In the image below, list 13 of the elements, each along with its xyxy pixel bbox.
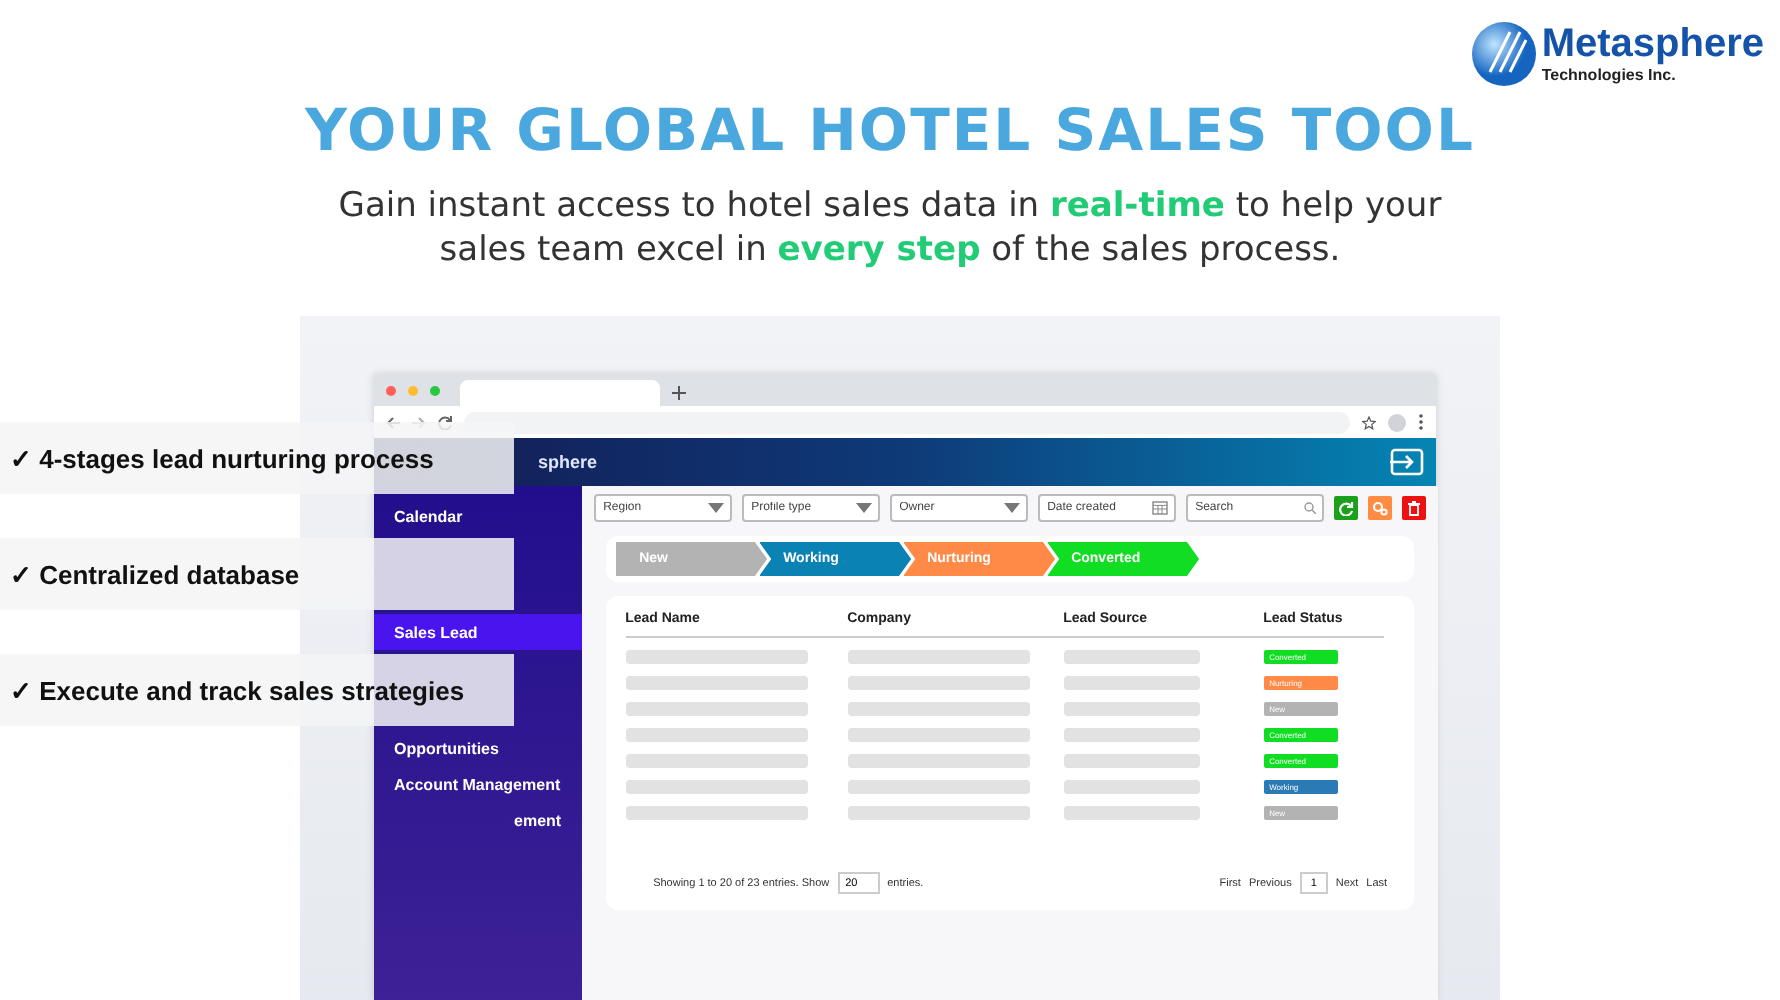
feature-callout: ✓ 4-stages lead nurturing process xyxy=(0,422,514,494)
feature-callout: ✓ Execute and track sales strategies xyxy=(0,654,514,726)
brand-tagline: Technologies Inc. xyxy=(1541,68,1678,84)
sidebar-item[interactable]: Sales Lead xyxy=(374,614,582,650)
subtitle: Gain instant access to hotel sales data in real-time to help your sales team excel in every step of the sales process. xyxy=(336,184,1444,272)
sidebar-item[interactable]: Calendar xyxy=(374,498,582,534)
app-logo-text: sphere xyxy=(538,452,598,472)
sidebar-item[interactable]: Opportunities xyxy=(374,730,582,766)
headline: YOUR GLOBAL HOTEL SALES TOOL xyxy=(305,96,1475,164)
sidebar-item[interactable]: Account Management xyxy=(374,766,582,802)
feature-callout: ✓ Centralized database xyxy=(0,538,514,610)
brand-name: Metasphere xyxy=(1541,24,1764,64)
sidebar-item[interactable]: ement xyxy=(374,802,582,838)
